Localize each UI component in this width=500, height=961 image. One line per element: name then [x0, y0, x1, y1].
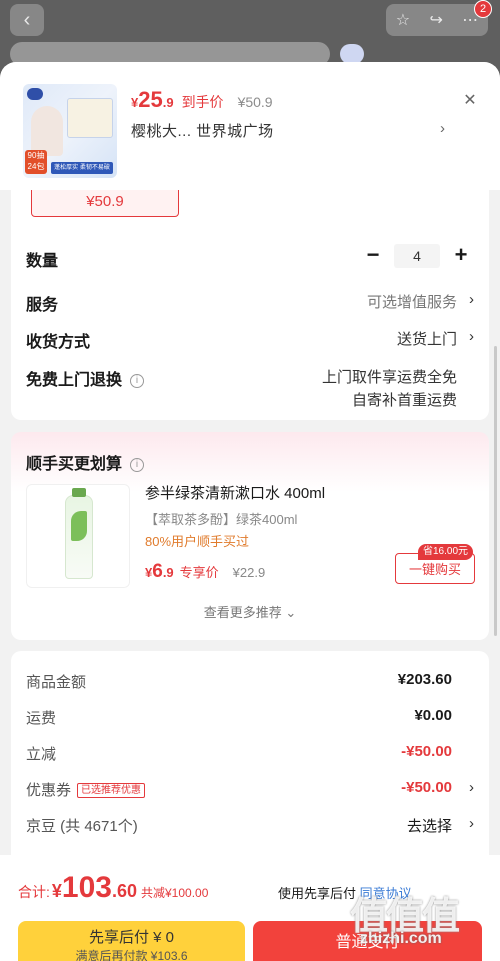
- chevron-right-icon: ›: [469, 815, 474, 832]
- shipping-label: 运费: [26, 710, 57, 727]
- free-return-label-text: 免费上门退换: [26, 372, 123, 389]
- save-tag: 省16.00元: [418, 544, 474, 560]
- tissue-pack-figure: [67, 98, 113, 138]
- free-return-line1: 上门取件享运费全免: [321, 369, 457, 386]
- quantity-label: 数量: [26, 253, 59, 270]
- discount-value: -¥50.00: [401, 743, 452, 760]
- total-price: 合计: ¥ 103 .60 共减¥100.00: [18, 871, 208, 905]
- chevron-right-icon: ›: [469, 328, 474, 345]
- close-button[interactable]: ✕: [458, 89, 482, 113]
- price-symbol: ¥: [145, 565, 153, 580]
- back-button[interactable]: ‹: [10, 4, 44, 36]
- back-arrow-icon: ‹: [23, 8, 31, 31]
- price-label: 到手价: [181, 94, 224, 110]
- free-return-label: 免费上门退换 i: [26, 366, 145, 390]
- chevron-right-icon: ›: [469, 779, 474, 796]
- quantity-input[interactable]: 4: [394, 244, 440, 268]
- discount-label: 立减: [26, 746, 57, 763]
- price-symbol: ¥: [131, 95, 139, 110]
- goods-amount-label: 商品金额: [26, 674, 87, 691]
- service-value: 可选增值服务: [366, 294, 457, 311]
- chevron-right-icon: ›: [469, 291, 474, 308]
- coupon-tag: 已选推荐优惠: [77, 783, 146, 798]
- store-name[interactable]: 樱桃大... 世界城广场: [131, 120, 274, 141]
- total-symbol: ¥: [51, 881, 62, 901]
- price-label: 专享价: [179, 565, 219, 580]
- total-decimal: .60: [111, 881, 137, 901]
- plus-button[interactable]: +: [448, 243, 474, 269]
- delivery-label: 收货方式: [26, 334, 91, 351]
- bundle-title-text: 顺手买更划算: [26, 456, 123, 473]
- bundle-product-percent: 80%用户顺手买过: [145, 534, 250, 549]
- bundle-product-price: ¥ 6 .9 专享价 ¥22.9: [145, 561, 265, 583]
- service-label: 服务: [26, 297, 59, 314]
- beans-label: 京豆 (共 4671个): [26, 818, 138, 835]
- brand-logo-icon: [27, 88, 43, 100]
- pay-later-sub: 满意后再付款 ¥103.6: [75, 949, 188, 961]
- price-integer: 6: [152, 561, 163, 582]
- beans-value: 去选择: [406, 818, 452, 835]
- spec-chip-selected[interactable]: ¥50.9: [31, 186, 179, 217]
- leaf-figure: [71, 511, 87, 541]
- bundle-title: 顺手买更划算 i: [26, 450, 145, 474]
- total-label: 合计:: [18, 884, 50, 900]
- info-icon[interactable]: i: [130, 374, 145, 388]
- share-icon[interactable]: ↪: [429, 10, 442, 30]
- bundle-card: 顺手买更划算 i 参半绿茶清新漱口水 400ml 【萃取茶多酚】绿茶400ml 8…: [11, 432, 489, 640]
- background-logo: [340, 44, 364, 64]
- price-integer: 25: [138, 87, 163, 112]
- pay-later-button[interactable]: 先享后付 ¥ 0 满意后再付款 ¥103.6: [18, 921, 245, 961]
- coupon-value: -¥50.00: [401, 779, 452, 796]
- free-return-desc: 上门取件享运费全免 自寄补首重运费: [322, 366, 457, 412]
- minus-button[interactable]: −: [360, 243, 386, 269]
- free-return-line2: 自寄补首重运费: [351, 392, 457, 409]
- close-icon: ✕: [463, 92, 477, 109]
- thumb-tag: 蓬松厚实 柔韧不易破: [51, 162, 113, 174]
- bundle-product-name[interactable]: 参半绿茶清新漱口水 400ml: [145, 482, 325, 503]
- quantity-stepper: − 4 +: [360, 243, 474, 269]
- top-bar: ‹ ☆ ↪ ⋯ 2: [0, 0, 500, 66]
- coupon-label-text: 优惠券: [26, 782, 72, 799]
- price-decimal: .9: [162, 95, 174, 110]
- info-icon[interactable]: i: [130, 458, 145, 472]
- shipping-value: ¥0.00: [414, 707, 452, 724]
- star-icon[interactable]: ☆: [396, 10, 410, 30]
- coupon-label: 优惠券 已选推荐优惠: [26, 779, 146, 800]
- delivery-value: 送货上门: [396, 331, 457, 348]
- bundle-product-sub: 【萃取茶多酚】绿茶400ml: [145, 512, 298, 527]
- watermark-site: zhizhi.com: [360, 930, 442, 947]
- purchase-sheet: 90抽 24包 蓬松厚实 柔韧不易破 ¥ 25 .9 到手价 ¥50.9 樱桃大…: [0, 62, 500, 961]
- model-figure: [31, 106, 63, 156]
- sheet-header: 90抽 24包 蓬松厚实 柔韧不易破 ¥ 25 .9 到手价 ¥50.9 樱桃大…: [0, 62, 500, 190]
- more-recommendations-link[interactable]: 查看更多推荐 ⌄: [11, 602, 489, 621]
- chevron-right-icon[interactable]: ›: [440, 120, 445, 137]
- scrollbar[interactable]: [494, 346, 497, 636]
- paylater-note-text: 使用先享后付: [278, 886, 357, 901]
- options-card: ¥50.9 数量 − 4 + 服务 可选增值服务 › 收货方式 送货上门 › 免…: [11, 166, 489, 420]
- thumb-badge: 90抽 24包: [25, 150, 47, 174]
- original-price: ¥50.9: [237, 94, 273, 110]
- product-price: ¥ 25 .9 到手价 ¥50.9: [131, 87, 273, 113]
- bundle-product-image[interactable]: [26, 484, 130, 588]
- total-saved: 共减¥100.00: [141, 886, 209, 900]
- original-price: ¥22.9: [232, 565, 266, 580]
- bottle-cap-figure: [72, 488, 86, 497]
- top-actions: ☆ ↪ ⋯: [386, 4, 488, 36]
- product-thumbnail[interactable]: 90抽 24包 蓬松厚实 柔韧不易破: [23, 84, 117, 178]
- total-integer: 103: [61, 871, 112, 904]
- goods-amount-value: ¥203.60: [397, 671, 452, 688]
- price-decimal: .9: [162, 565, 174, 580]
- pay-later-main: 先享后付 ¥ 0: [88, 929, 175, 946]
- notification-badge: 2: [474, 0, 492, 18]
